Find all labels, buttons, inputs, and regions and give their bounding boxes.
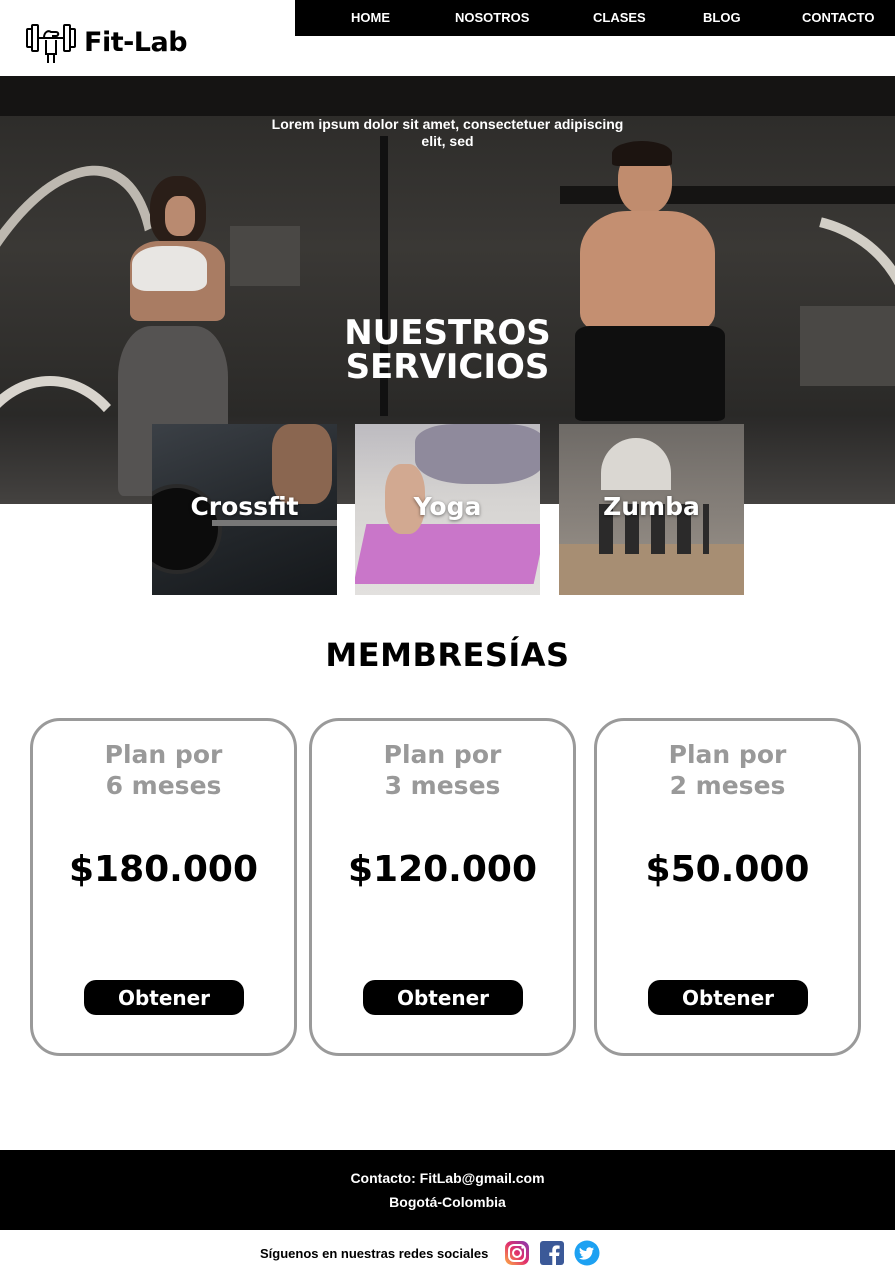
athlete-woman-top: [132, 246, 207, 291]
facebook-icon[interactable]: [539, 1240, 565, 1266]
service-card-zumba[interactable]: Zumba: [559, 424, 744, 595]
nav-item-home[interactable]: HOME: [351, 10, 390, 25]
service-label-yoga: Yoga: [413, 492, 482, 521]
plan-name: Plan por 6 meses: [104, 740, 223, 800]
athlete-man-shorts: [575, 326, 725, 421]
plan-card-6-months: Plan por 6 meses $180.000 Obtener: [30, 718, 297, 1056]
plan-card-3-months: Plan por 3 meses $120.000 Obtener: [309, 718, 576, 1056]
plan-price: $50.000: [645, 849, 810, 890]
plan-price: $180.000: [68, 849, 259, 890]
plan-card-2-months: Plan por 2 meses $50.000 Obtener: [594, 718, 861, 1056]
plan-name: Plan por 3 meses: [383, 740, 502, 800]
obtener-button[interactable]: Obtener: [648, 980, 808, 1015]
ceiling: [0, 76, 895, 116]
instagram-icon[interactable]: [504, 1240, 530, 1266]
athlete-woman-face: [165, 196, 195, 236]
athlete-man-torso: [580, 211, 715, 331]
nav-item-clases[interactable]: CLASES: [593, 10, 646, 25]
wall-sign: [230, 226, 300, 286]
memberships-title: MEMBRESÍAS: [325, 636, 570, 674]
hero-title: NUESTROS SERVICIOS: [344, 313, 551, 387]
main-nav: HOME NOSOTROS CLASES BLOG CONTACTO: [295, 0, 895, 36]
obtener-button[interactable]: Obtener: [84, 980, 244, 1015]
studio-window: [601, 438, 671, 490]
hero-tagline: Lorem ipsum dolor sit amet, consectetuer…: [271, 116, 624, 149]
logo[interactable]: Fit-Lab: [26, 20, 188, 64]
service-card-yoga[interactable]: Yoga: [355, 424, 540, 595]
nav-item-nosotros[interactable]: NOSOTROS: [455, 10, 529, 25]
twitter-icon[interactable]: [574, 1240, 600, 1266]
nav-item-blog[interactable]: BLOG: [703, 10, 741, 25]
footer-location: Bogotá-Colombia: [389, 1194, 506, 1210]
footer-contact[interactable]: Contacto: FitLab@gmail.com: [0, 1170, 895, 1186]
dumbbell-icon: [26, 24, 76, 63]
yoga-person: [415, 424, 540, 484]
social-bar: Síguenos en nuestras redes sociales: [260, 1240, 609, 1266]
service-card-crossfit[interactable]: Crossfit: [152, 424, 337, 595]
brand-name: Fit-Lab: [84, 26, 188, 58]
service-label-crossfit: Crossfit: [190, 492, 299, 521]
service-label-zumba: Zumba: [603, 492, 700, 521]
social-text: Síguenos en nuestras redes sociales: [260, 1245, 489, 1261]
beam: [560, 186, 895, 204]
nav-item-contacto[interactable]: CONTACTO: [802, 10, 874, 25]
plan-name: Plan por 2 meses: [668, 740, 787, 800]
yoga-mat: [355, 524, 540, 584]
plan-price: $120.000: [347, 849, 538, 890]
footer: Contacto: FitLab@gmail.com Bogotá-Colomb…: [0, 1150, 895, 1230]
obtener-button[interactable]: Obtener: [363, 980, 523, 1015]
